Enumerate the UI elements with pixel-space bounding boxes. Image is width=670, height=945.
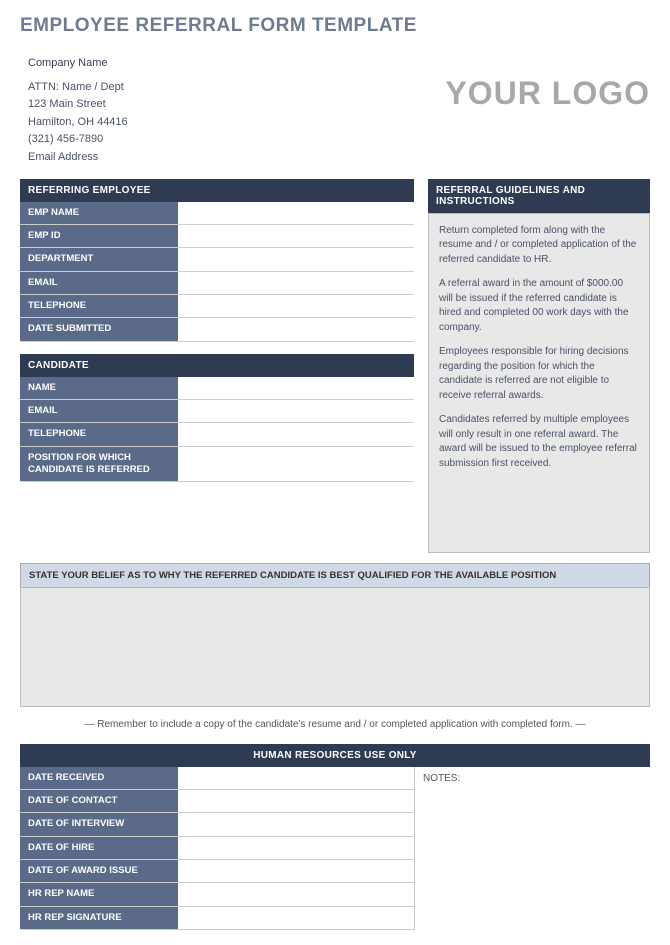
hr-notes-label: NOTES: — [423, 773, 460, 784]
guidelines-paragraph: Employees responsible for hiring decisio… — [439, 345, 639, 403]
field-label: DATE OF CONTACT — [20, 790, 178, 812]
emp-telephone-input[interactable] — [178, 295, 414, 317]
guidelines-box: Return completed form along with the res… — [428, 213, 650, 553]
field-label: DATE SUBMITTED — [20, 318, 178, 340]
reminder-text: — Remember to include a copy of the cand… — [20, 719, 650, 730]
belief-textarea[interactable] — [20, 587, 650, 707]
logo-placeholder: YOUR LOGO — [445, 75, 650, 112]
field-label: HR REP SIGNATURE — [20, 907, 178, 929]
field-label: NAME — [20, 377, 178, 399]
field-label: TELEPHONE — [20, 295, 178, 317]
emp-name-input[interactable] — [178, 202, 414, 224]
company-email: Email Address — [28, 149, 128, 167]
date-contact-input[interactable] — [178, 790, 414, 812]
date-interview-input[interactable] — [178, 813, 414, 835]
emp-id-input[interactable] — [178, 225, 414, 247]
company-info: Company Name ATTN: Name / Dept 123 Main … — [20, 55, 128, 167]
field-label: DEPARTMENT — [20, 248, 178, 270]
date-award-input[interactable] — [178, 860, 414, 882]
candidate-email-input[interactable] — [178, 400, 414, 422]
field-label: HR REP NAME — [20, 883, 178, 905]
field-label: EMP ID — [20, 225, 178, 247]
company-street: 123 Main Street — [28, 96, 128, 114]
field-label: TELEPHONE — [20, 423, 178, 445]
guidelines-header: REFERRAL GUIDELINES AND INSTRUCTIONS — [428, 179, 650, 213]
company-name: Company Name — [28, 55, 128, 73]
belief-header: STATE YOUR BELIEF AS TO WHY THE REFERRED… — [20, 563, 650, 587]
referring-employee-header: REFERRING EMPLOYEE — [20, 179, 414, 202]
hr-rep-signature-input[interactable] — [178, 907, 414, 929]
candidate-telephone-input[interactable] — [178, 423, 414, 445]
guidelines-paragraph: A referral award in the amount of $000.0… — [439, 277, 639, 335]
field-label: DATE RECEIVED — [20, 767, 178, 789]
date-hire-input[interactable] — [178, 837, 414, 859]
field-label: DATE OF HIRE — [20, 837, 178, 859]
candidate-header: CANDIDATE — [20, 354, 414, 377]
hr-rep-name-input[interactable] — [178, 883, 414, 905]
department-input[interactable] — [178, 248, 414, 270]
guidelines-paragraph: Candidates referred by multiple employee… — [439, 413, 639, 471]
company-city: Hamilton, OH 44416 — [28, 114, 128, 132]
page-title: EMPLOYEE REFERRAL FORM TEMPLATE — [20, 15, 650, 37]
guidelines-paragraph: Return completed form along with the res… — [439, 224, 639, 268]
date-submitted-input[interactable] — [178, 318, 414, 340]
field-label: EMP NAME — [20, 202, 178, 224]
header-row: Company Name ATTN: Name / Dept 123 Main … — [20, 55, 650, 167]
company-phone: (321) 456-7890 — [28, 131, 128, 149]
candidate-position-input[interactable] — [178, 447, 414, 482]
field-label: DATE OF INTERVIEW — [20, 813, 178, 835]
company-attn: ATTN: Name / Dept — [28, 79, 128, 97]
field-label: DATE OF AWARD ISSUE — [20, 860, 178, 882]
candidate-name-input[interactable] — [178, 377, 414, 399]
field-label: POSITION FOR WHICH CANDIDATE IS REFERRED — [20, 447, 178, 482]
emp-email-input[interactable] — [178, 272, 414, 294]
hr-notes-area[interactable]: NOTES: — [414, 767, 650, 930]
hr-header: HUMAN RESOURCES USE ONLY — [20, 744, 650, 767]
field-label: EMAIL — [20, 400, 178, 422]
date-received-input[interactable] — [178, 767, 414, 789]
field-label: EMAIL — [20, 272, 178, 294]
